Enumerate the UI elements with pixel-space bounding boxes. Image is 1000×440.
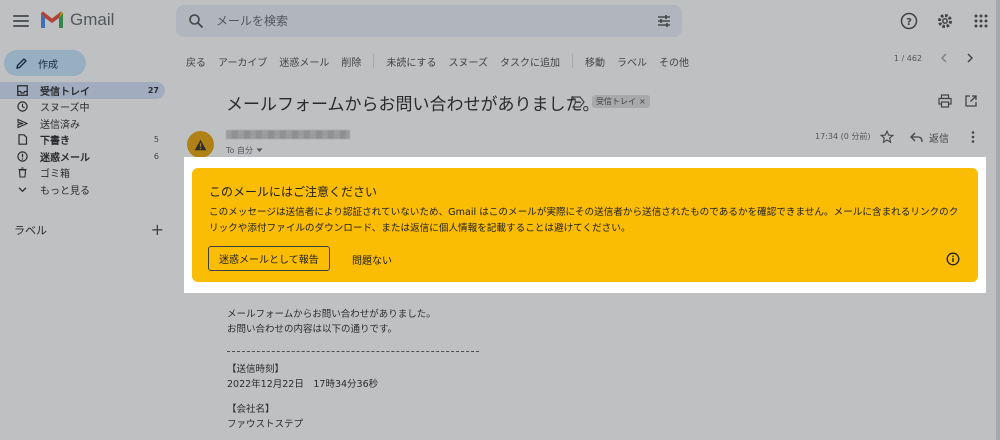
pager-count: 1 / 462 <box>893 53 922 63</box>
open-new-window-icon[interactable] <box>964 94 978 108</box>
body-field-value: 2022年12月22日 17時34分36秒 <box>227 379 379 390</box>
label-chip-text: 受信トレイ <box>596 97 636 106</box>
remove-label-icon[interactable]: × <box>639 97 646 106</box>
labels-title: ラベル <box>14 223 47 237</box>
sidebar-nav: 受信トレイ 27 スヌーズ中 送信済み 下書き 5 迷惑メール 6 ゴミ箱 もっ… <box>0 82 165 198</box>
message-subject: メールフォームからお問い合わせがありました。 <box>226 95 600 115</box>
search-input[interactable] <box>216 5 636 37</box>
phishing-warning-banner: このメールにはご注意ください このメッセージは送信者により認証されていないため、… <box>192 168 978 282</box>
sidebar-item-trash[interactable]: ゴミ箱 <box>0 165 165 182</box>
reply-label: 返信 <box>929 134 949 145</box>
send-icon <box>16 117 28 129</box>
body-line: メールフォームからお問い合わせがありました。 <box>227 309 436 320</box>
sidebar-item-label: ゴミ箱 <box>40 169 70 181</box>
sidebar-item-label: 送信済み <box>40 119 80 131</box>
settings-gear-icon[interactable] <box>934 10 956 32</box>
print-icon[interactable] <box>938 94 952 108</box>
inbox-label-chip: 受信トレイ × <box>592 95 650 108</box>
help-icon[interactable]: ? <box>898 10 920 32</box>
body-field-label: 【会社名】 <box>227 404 275 415</box>
label-button[interactable]: ラベル <box>617 54 647 69</box>
sidebar-item-label: 迷惑メール <box>40 152 90 164</box>
clock-icon <box>16 101 28 113</box>
sidebar-item-more[interactable]: もっと見る <box>0 181 165 198</box>
message-toolbar: 戻る アーカイブ 迷惑メール 削除 未読にする スヌーズ タスクに追加 移動 ラ… <box>186 53 986 69</box>
more-vert-icon[interactable] <box>968 130 978 144</box>
warning-title: このメールにはご注意ください <box>209 185 378 199</box>
message-body: メールフォームからお問い合わせがありました。 お問い合わせの内容は以下の通りです… <box>227 307 479 432</box>
sidebar-item-spam[interactable]: 迷惑メール 6 <box>0 148 165 165</box>
toolbar-divider <box>572 54 574 68</box>
snooze-button[interactable]: スヌーズ <box>449 54 489 69</box>
trash-icon <box>16 167 28 179</box>
sidebar-item-label: 下書き <box>40 136 70 148</box>
page-scrollbar[interactable] <box>996 0 1000 440</box>
body-line: お問い合わせの内容は以下の通りです。 <box>227 324 398 335</box>
app-name: Gmail <box>70 10 115 29</box>
looks-safe-link[interactable]: 問題ない <box>352 252 392 267</box>
warning-triangle-icon <box>194 139 207 150</box>
move-button[interactable]: 移動 <box>585 54 605 69</box>
reply-arrow-icon <box>910 132 923 143</box>
report-spam-button[interactable]: 迷惑メール <box>279 54 329 69</box>
compose-button[interactable]: 作成 <box>4 50 86 76</box>
caret-down-icon[interactable] <box>256 148 263 153</box>
delete-button[interactable]: 削除 <box>341 54 361 69</box>
main-menu-icon[interactable] <box>10 10 32 32</box>
archive-button[interactable]: アーカイブ <box>218 54 267 69</box>
sidebar-item-snoozed[interactable]: スヌーズ中 <box>0 99 165 116</box>
body-field-value: ファウストステプ <box>227 419 304 430</box>
report-spam-warning-button[interactable]: 迷惑メールとして報告 <box>208 246 330 271</box>
recipient-text: To 自分 <box>226 146 253 155</box>
toolbar-divider <box>373 54 375 68</box>
svg-text:?: ? <box>906 17 912 28</box>
search-options-icon[interactable] <box>656 13 672 29</box>
spam-icon <box>16 150 28 162</box>
unread-count: 27 <box>147 85 159 95</box>
importance-marker-icon[interactable] <box>572 96 586 108</box>
message-time: 17:34 (0 分前) <box>815 132 871 141</box>
unread-count: 6 <box>153 151 159 161</box>
sidebar-item-label: 受信トレイ <box>40 86 90 98</box>
sender-avatar[interactable] <box>187 131 214 158</box>
unread-count: 5 <box>153 135 159 145</box>
search-icon[interactable] <box>188 13 204 29</box>
inbox-icon <box>16 84 28 96</box>
draft-icon <box>16 134 28 146</box>
chevron-left-icon[interactable] <box>940 53 948 63</box>
add-task-button[interactable]: タスクに追加 <box>500 54 560 69</box>
sidebar-item-sent[interactable]: 送信済み <box>0 115 165 132</box>
pencil-icon <box>16 58 27 69</box>
labels-section-header: ラベル + <box>14 220 164 239</box>
sender-name-redacted <box>226 130 350 139</box>
back-button[interactable]: 戻る <box>186 54 206 69</box>
warning-body: このメッセージは送信者により認証されていないため、Gmail はこのメールが実際… <box>209 207 959 234</box>
info-icon[interactable] <box>946 252 960 266</box>
sidebar-item-label: スヌーズ中 <box>40 103 90 115</box>
body-field-label: 【送信時刻】 <box>227 364 285 375</box>
gmail-logo[interactable]: Gmail <box>40 10 114 30</box>
sidebar-item-drafts[interactable]: 下書き 5 <box>0 132 165 149</box>
mark-unread-button[interactable]: 未読にする <box>386 54 436 69</box>
top-right-actions: ? <box>898 10 992 32</box>
reply-button[interactable]: 返信 <box>910 130 949 145</box>
chevron-right-icon[interactable] <box>966 53 974 63</box>
gmail-m-icon <box>41 11 63 28</box>
recipient-line[interactable]: To 自分 <box>226 145 263 156</box>
search-bar[interactable] <box>176 5 682 37</box>
apps-grid-icon[interactable] <box>970 10 992 32</box>
compose-label: 作成 <box>38 59 58 71</box>
chevron-down-icon <box>16 183 28 195</box>
top-bar: Gmail ? <box>0 0 1000 42</box>
more-button[interactable]: その他 <box>659 54 689 69</box>
dashed-separator <box>227 337 479 352</box>
pager: 1 / 462 <box>894 53 974 63</box>
add-label-icon[interactable]: + <box>151 220 164 239</box>
sidebar-item-inbox[interactable]: 受信トレイ 27 <box>0 82 165 99</box>
sidebar-item-label: もっと見る <box>40 185 90 197</box>
star-icon[interactable] <box>880 130 894 144</box>
